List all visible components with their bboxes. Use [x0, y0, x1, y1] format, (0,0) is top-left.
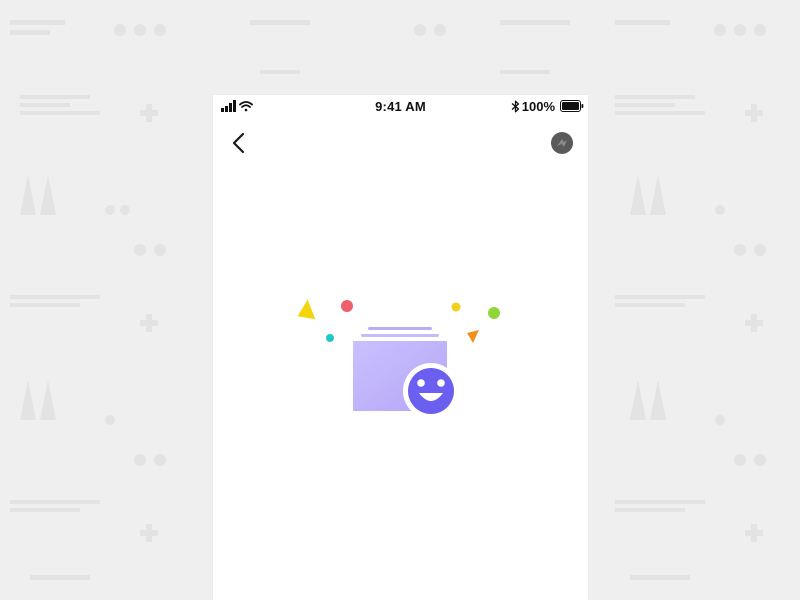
confetti-dot-green: [488, 307, 500, 319]
battery-percent: 100%: [521, 98, 555, 114]
phone-screen: 9:41 AM 100%: [213, 95, 588, 600]
user-avatar[interactable]: [551, 132, 573, 154]
confetti-dot-teal: [326, 334, 334, 342]
status-right-group: 100%: [511, 98, 584, 114]
smiley-eye-right: [437, 379, 445, 387]
status-bar: 9:41 AM 100%: [213, 95, 588, 117]
bluetooth-icon: [511, 100, 519, 112]
page-line: [361, 334, 439, 337]
page-line: [368, 327, 432, 330]
chevron-left-icon[interactable]: [227, 129, 251, 157]
confetti-dot-red: [341, 300, 353, 312]
confetti-triangle-orange: [467, 330, 479, 343]
confetti-triangle-yellow: [297, 299, 316, 320]
battery-icon: [560, 100, 584, 112]
confetti-dot-yellow: [451, 302, 461, 312]
smiley-folder-illustration: [297, 299, 500, 419]
smiley-eye-left: [417, 379, 425, 387]
avatar-image: [557, 139, 567, 147]
navigation-bar: [213, 125, 588, 161]
smiley-face: [408, 368, 454, 414]
